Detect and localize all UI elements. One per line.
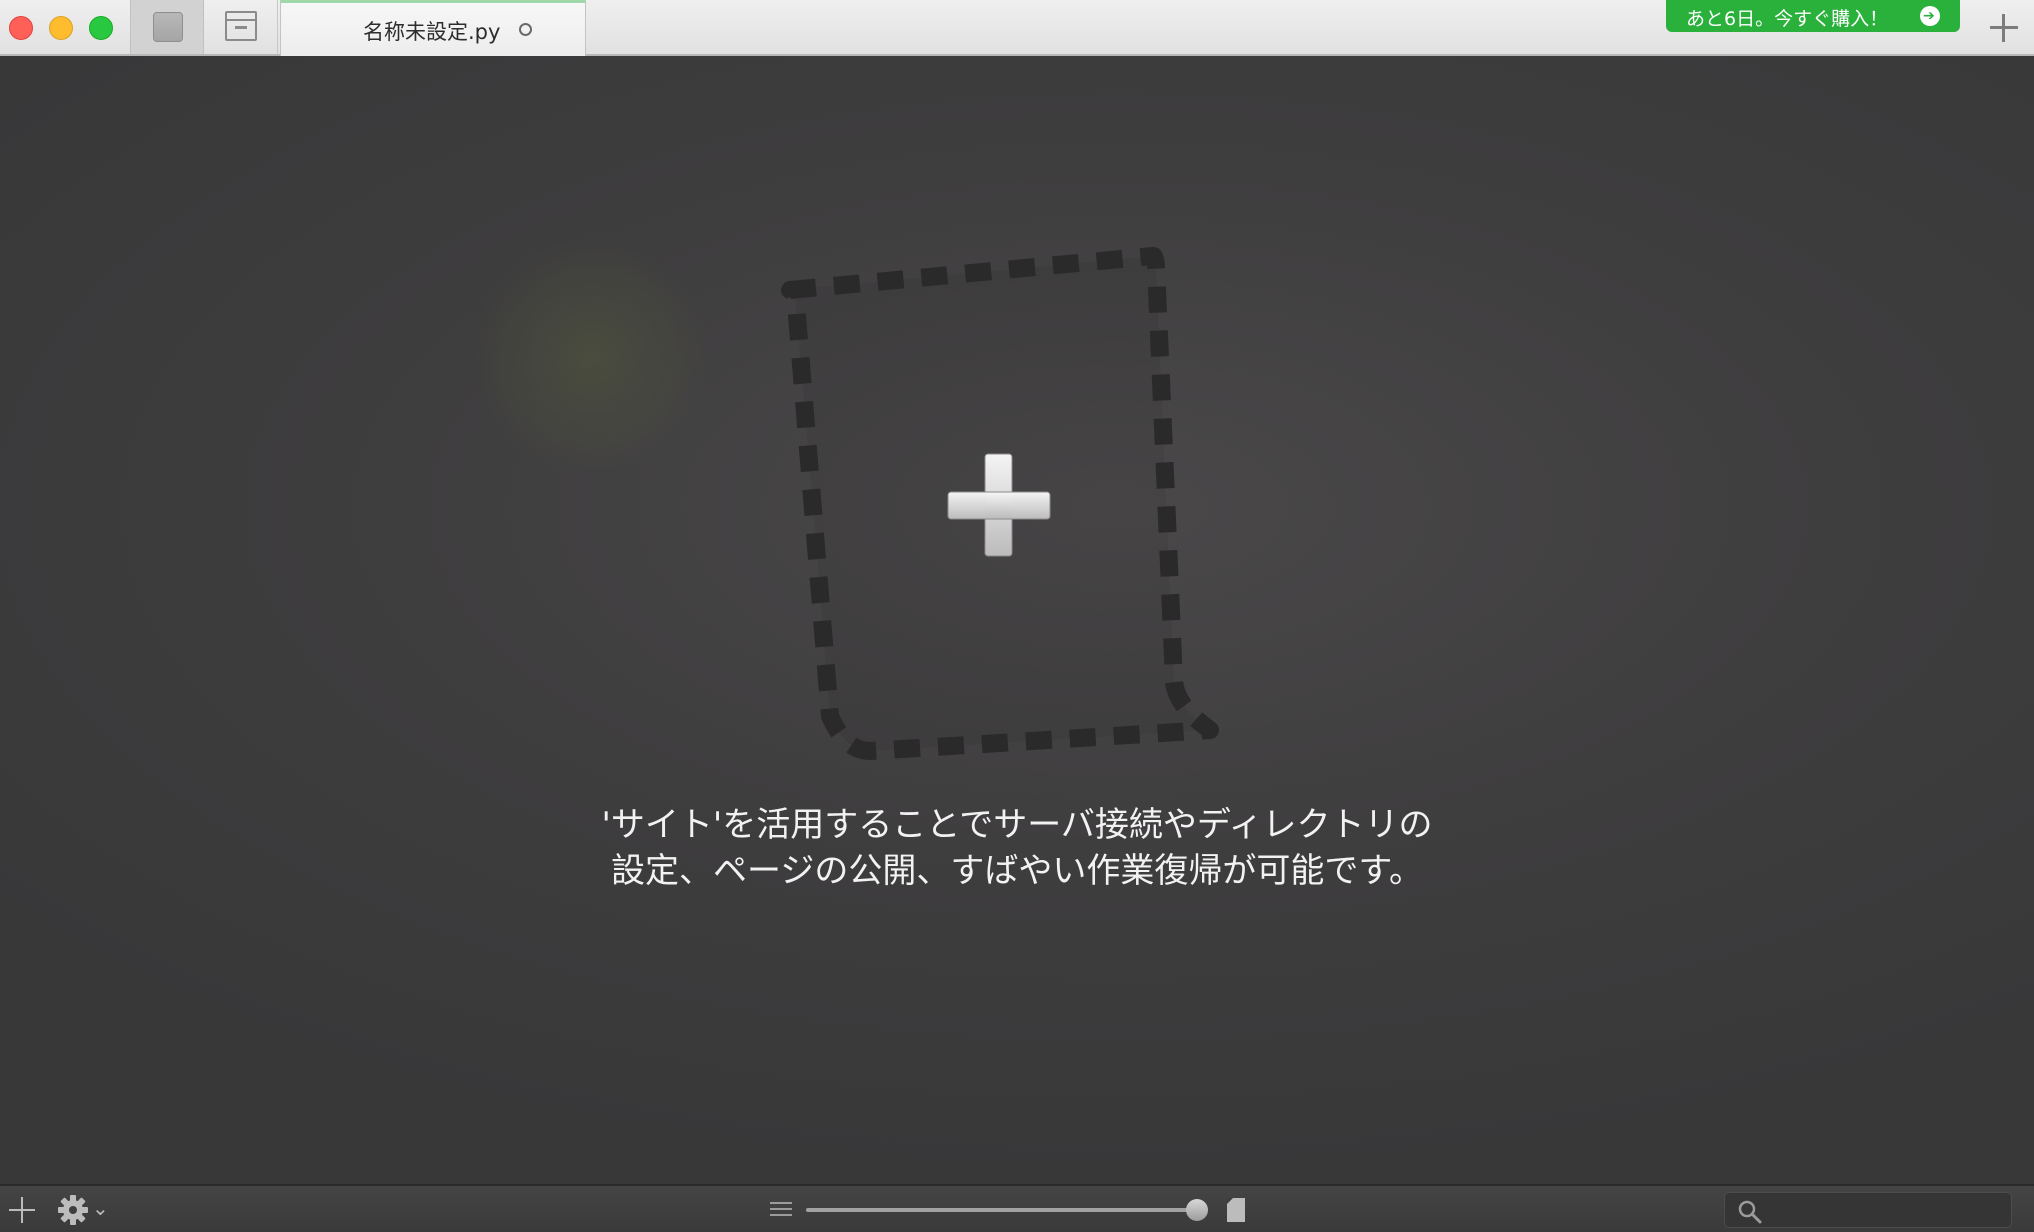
sites-empty-view: 'サイト'を活用することでサーバ接続やディレクトリの 設定、ページの公開、すばや…: [0, 56, 2034, 1184]
unsaved-dot-icon[interactable]: [519, 23, 532, 36]
buy-now-banner[interactable]: あと6日。今すぐ購入！: [1666, 0, 1960, 32]
title-bar: 名称未設定.py あと6日。今すぐ購入！: [0, 0, 2034, 56]
tab-title: 名称未設定.py: [363, 20, 501, 44]
archive-icon: [225, 11, 257, 41]
minimize-button[interactable]: [49, 16, 73, 40]
message-line-1: 'サイト'を活用することでサーバ接続やディレクトリの: [601, 805, 1433, 845]
message-line-2: 設定、ページの公開、すばやい作業復帰が可能です。: [611, 851, 1423, 891]
buy-banner-label: あと6日。今すぐ購入！: [1686, 8, 1889, 30]
zoom-slider-track[interactable]: [806, 1208, 1206, 1212]
bottom-toolbar: ⌄: [0, 1184, 2034, 1232]
arrow-right-circle-icon: [1920, 6, 1940, 26]
gear-icon[interactable]: [56, 1193, 90, 1227]
new-tab-button[interactable]: [1988, 12, 2020, 44]
chevron-down-icon[interactable]: ⌄: [92, 1196, 109, 1220]
page-icon[interactable]: [1226, 1197, 1246, 1223]
lines-icon[interactable]: [770, 1200, 792, 1218]
empty-state-message: 'サイト'を活用することでサーバ接続やディレクトリの 設定、ページの公開、すばや…: [0, 802, 2034, 894]
close-button[interactable]: [9, 16, 33, 40]
sidebar-toggle-icon: [153, 12, 183, 42]
zoom-slider-knob[interactable]: [1186, 1199, 1208, 1221]
sidebar-toggle-button[interactable]: [130, 0, 204, 54]
search-input[interactable]: [1724, 1192, 2012, 1228]
search-icon: [1738, 1200, 1762, 1224]
add-site-button[interactable]: [8, 1196, 36, 1224]
tab-untitled[interactable]: 名称未設定.py: [280, 0, 586, 56]
dashed-drop-zone-plus-icon[interactable]: [0, 56, 2034, 1184]
archive-button[interactable]: [204, 0, 278, 54]
zoom-button[interactable]: [89, 16, 113, 40]
